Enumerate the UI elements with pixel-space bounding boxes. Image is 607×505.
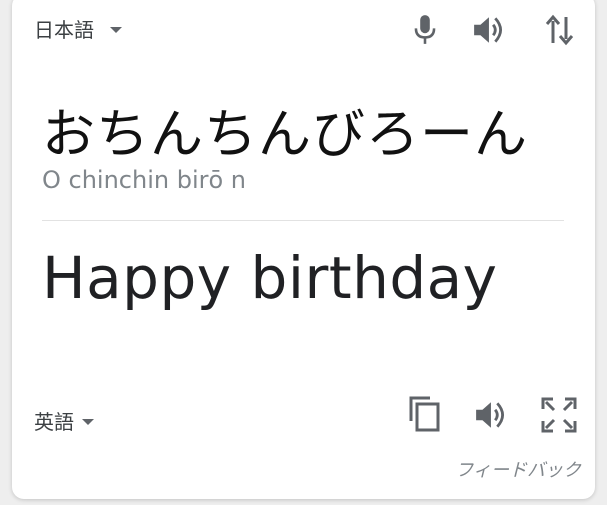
source-language-select[interactable]: 日本語 [34, 14, 122, 43]
volume-icon [474, 17, 502, 43]
dropdown-caret-icon [82, 418, 94, 425]
volume-icon [476, 402, 504, 428]
dropdown-caret-icon [110, 26, 122, 33]
translation-listen-button[interactable] [472, 395, 512, 435]
feedback-link[interactable]: フィードバック [455, 456, 581, 482]
translate-card: 日本語 おちんちんびろーん O chinchin birō n Happy bi… [12, 0, 595, 499]
target-language-label: 英語 [34, 410, 74, 434]
microphone-icon [414, 15, 436, 44]
target-language-select[interactable]: 英語 [34, 406, 94, 435]
copy-icon [409, 396, 440, 432]
fullscreen-button[interactable] [539, 395, 579, 435]
copy-button[interactable] [405, 394, 445, 434]
source-listen-button[interactable] [470, 10, 510, 50]
translated-text: Happy birthday [42, 244, 498, 312]
swap-languages-button[interactable] [540, 10, 580, 50]
romanization-text: O chinchin birō n [42, 166, 247, 194]
fullscreen-icon [541, 397, 577, 433]
divider [42, 220, 564, 221]
swap-vertical-icon [545, 14, 574, 46]
microphone-button[interactable] [405, 10, 445, 50]
source-toolbar: 日本語 [12, 0, 595, 60]
source-language-label: 日本語 [34, 18, 94, 42]
source-text: おちんちんびろーん [42, 104, 528, 165]
